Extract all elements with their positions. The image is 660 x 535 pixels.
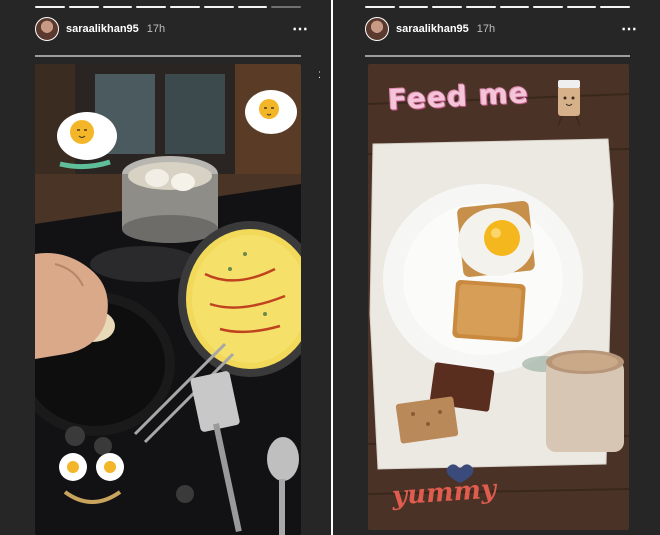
avatar[interactable] bbox=[35, 17, 59, 41]
progress-segment bbox=[432, 6, 462, 8]
story-header: saraalikhan95 17h ⋯ bbox=[35, 14, 309, 44]
progress-segment bbox=[398, 6, 429, 8]
more-options-icon[interactable]: ⋯ bbox=[621, 19, 638, 39]
progress-segment bbox=[237, 6, 268, 8]
avatar[interactable] bbox=[365, 17, 389, 41]
story-screenshots: saraalikhan95 17h ⋯ ⁚ saraalikhan95 17h … bbox=[0, 0, 660, 535]
story-header: saraalikhan95 17h ⋯ bbox=[365, 14, 638, 44]
progress-segment bbox=[465, 6, 496, 8]
progress-segment bbox=[68, 6, 99, 8]
progress-segment bbox=[102, 6, 133, 8]
progress-segment bbox=[170, 6, 200, 8]
header-divider bbox=[365, 55, 630, 57]
story-image-breakfast: Feed me yummy bbox=[368, 64, 629, 530]
story-panel-right[interactable]: saraalikhan95 17h ⋯ Feed me yummy bbox=[333, 0, 660, 535]
username-link[interactable]: saraalikhan95 bbox=[396, 23, 469, 35]
next-story-indicator[interactable]: ⁚ bbox=[318, 70, 323, 81]
progress-segment bbox=[600, 6, 630, 8]
progress-segment bbox=[566, 6, 597, 8]
progress-segment bbox=[35, 6, 65, 8]
story-progress-bars bbox=[365, 6, 630, 8]
story-timestamp: 17h bbox=[476, 23, 496, 35]
progress-segment bbox=[136, 6, 166, 8]
cooking-scene bbox=[35, 64, 301, 535]
progress-segment bbox=[203, 6, 234, 8]
story-panel-left[interactable]: saraalikhan95 17h ⋯ ⁚ bbox=[0, 0, 331, 535]
story-timestamp: 17h bbox=[146, 23, 166, 35]
username-link[interactable]: saraalikhan95 bbox=[66, 23, 139, 35]
story-progress-bars bbox=[35, 6, 301, 8]
progress-segment bbox=[499, 6, 530, 8]
breakfast-scene bbox=[368, 64, 629, 530]
progress-segment bbox=[533, 6, 563, 8]
more-options-icon[interactable]: ⋯ bbox=[292, 19, 309, 39]
egg-sticker-icon bbox=[245, 90, 297, 134]
story-image-cooking bbox=[35, 64, 301, 535]
progress-segment bbox=[271, 6, 301, 8]
progress-segment bbox=[365, 6, 395, 8]
header-divider bbox=[35, 55, 301, 57]
